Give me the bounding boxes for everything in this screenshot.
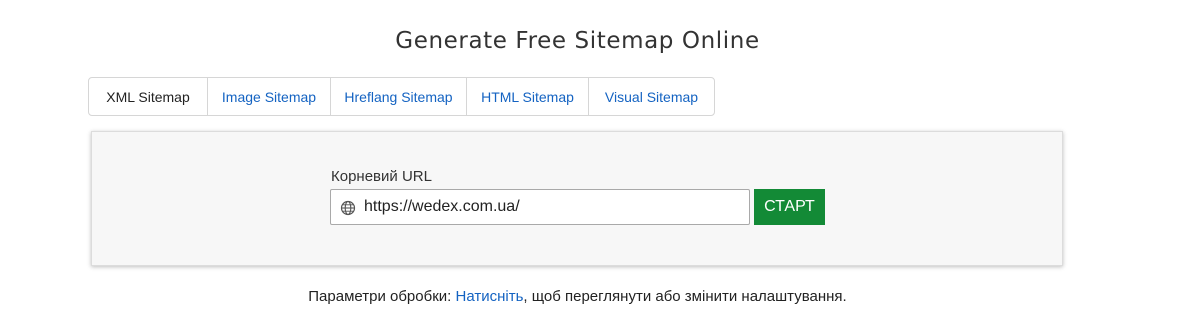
globe-icon	[340, 200, 356, 216]
tab-html-sitemap[interactable]: HTML Sitemap	[467, 78, 589, 115]
tab-image-sitemap[interactable]: Image Sitemap	[208, 78, 331, 115]
page-title: Generate Free Sitemap Online	[395, 28, 760, 54]
tab-xml-sitemap[interactable]: XML Sitemap	[89, 78, 208, 115]
settings-prefix: Параметри обробки:	[308, 288, 456, 305]
root-url-value: https://wedex.com.ua/	[364, 198, 520, 215]
root-url-label: Корневий URL	[331, 168, 432, 185]
root-url-input[interactable]: https://wedex.com.ua/	[330, 189, 750, 225]
sitemap-type-tabs: XML Sitemap Image Sitemap Hreflang Sitem…	[88, 77, 715, 116]
settings-link[interactable]: Натисніть	[455, 288, 523, 305]
processing-settings-line: Параметри обробки: Натисніть, щоб перегл…	[0, 288, 1155, 305]
tab-hreflang-sitemap[interactable]: Hreflang Sitemap	[331, 78, 467, 115]
start-button[interactable]: СТАРТ	[754, 189, 825, 225]
tab-visual-sitemap[interactable]: Visual Sitemap	[589, 78, 714, 115]
settings-suffix: , щоб переглянути або змінити налаштуван…	[523, 288, 847, 305]
